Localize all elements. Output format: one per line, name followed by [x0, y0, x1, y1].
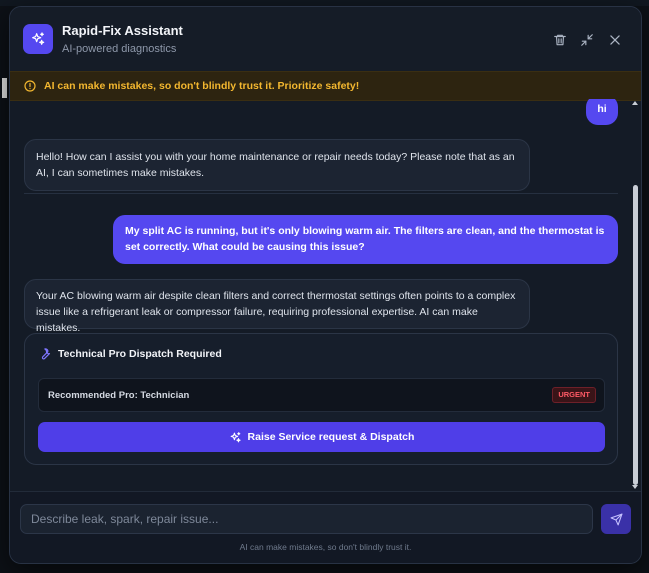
background-tab-marker	[2, 78, 7, 98]
dispatch-card: Technical Pro Dispatch Required Recommen…	[24, 333, 618, 465]
sparkles-icon	[230, 431, 241, 442]
scroll-thumb[interactable]	[633, 185, 638, 485]
app-title: Rapid-Fix Assistant	[62, 23, 183, 38]
recommended-pro-row: Recommended Pro: Technician URGENT	[38, 378, 605, 412]
scroll-down-arrow[interactable]	[632, 485, 638, 489]
assistant-message: Your AC blowing warm air despite clean f…	[24, 279, 530, 334]
wrench-icon	[38, 347, 52, 361]
send-icon	[610, 513, 622, 525]
warning-banner: AI can make mistakes, so don't blindly t…	[10, 71, 641, 101]
message-text: hi	[597, 103, 607, 115]
trash-icon	[554, 34, 566, 46]
sparkles-icon	[23, 24, 53, 54]
message-text: My split AC is running, but it's only bl…	[125, 225, 605, 253]
app-subtitle: AI-powered diagnostics	[62, 43, 177, 55]
message-text: Your AC blowing warm air despite clean f…	[36, 290, 516, 334]
user-message: My split AC is running, but it's only bl…	[113, 215, 618, 264]
dispatch-title: Technical Pro Dispatch Required	[58, 348, 222, 360]
footer-disclaimer: AI can make mistakes, so don't blindly t…	[239, 542, 412, 552]
urgent-badge: URGENT	[552, 387, 596, 403]
raise-service-request-button[interactable]: Raise Service request & Dispatch	[38, 422, 605, 452]
send-button[interactable]	[601, 504, 631, 534]
warning-icon	[24, 80, 36, 92]
user-message: hi	[586, 99, 618, 125]
minimize-icon	[581, 34, 593, 46]
chat-scrollbar[interactable]	[630, 99, 640, 491]
header: Rapid-Fix Assistant AI-powered diagnosti…	[10, 7, 641, 71]
divider	[24, 193, 618, 194]
close-icon	[610, 35, 620, 45]
composer: AI can make mistakes, so don't blindly t…	[10, 491, 641, 563]
minimize-button[interactable]	[578, 31, 596, 49]
clear-chat-button[interactable]	[551, 31, 569, 49]
message-text: Hello! How can I assist you with your ho…	[36, 151, 515, 179]
scroll-up-arrow[interactable]	[632, 101, 638, 105]
assistant-message: Hello! How can I assist you with your ho…	[24, 139, 530, 191]
warning-text: AI can make mistakes, so don't blindly t…	[44, 80, 360, 92]
assistant-widget: Rapid-Fix Assistant AI-powered diagnosti…	[9, 6, 642, 564]
close-button[interactable]	[606, 31, 624, 49]
raise-service-request-label: Raise Service request & Dispatch	[247, 431, 415, 443]
chat-messages: hi Hello! How can I assist you with your…	[10, 99, 641, 491]
recommended-pro-label: Recommended Pro: Technician	[48, 390, 190, 401]
message-input[interactable]	[20, 504, 593, 534]
